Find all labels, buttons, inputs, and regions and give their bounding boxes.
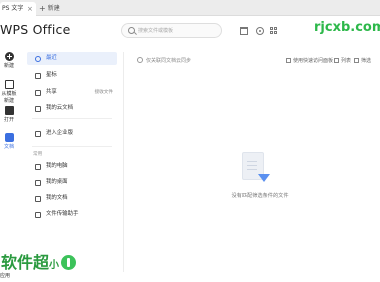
nav-item-my-documents[interactable]: 我的文档	[27, 192, 117, 205]
nav-label: 我的电脑	[46, 163, 68, 169]
rail-label: 新建	[3, 63, 14, 69]
enterprise-icon	[35, 131, 41, 137]
rail-label: 从模板新建	[1, 91, 17, 104]
watermark-logo-icon	[61, 255, 77, 270]
nav-item-my-computer[interactable]: 我的电脑	[27, 160, 117, 173]
rail-documents[interactable]: 文档	[0, 133, 18, 150]
panel-separator	[123, 52, 124, 272]
computer-icon	[35, 164, 41, 170]
desktop-icon	[35, 180, 41, 186]
star-icon	[35, 73, 41, 79]
tab-wps-writer[interactable]: PS 文字 ×	[0, 2, 36, 16]
watermark-text: 软件超	[1, 253, 50, 272]
filter-icon	[354, 58, 359, 63]
nav-label: 进入企业版	[46, 130, 73, 136]
transfer-icon	[35, 212, 41, 218]
rail-label: 文档	[3, 144, 14, 150]
rail-open[interactable]: 打开	[0, 106, 18, 123]
nav-side-label: 接收文件	[94, 90, 113, 95]
funnel-icon	[258, 174, 270, 182]
rail-label: 打开	[3, 117, 14, 123]
nav-item-enterprise[interactable]: 进入企业版	[27, 127, 117, 140]
share-icon	[35, 90, 41, 96]
checkbox-icon	[137, 57, 143, 63]
document-icon	[4, 133, 14, 142]
app-logo: WPS Office	[0, 22, 71, 37]
rail-apps[interactable]: 应用	[0, 272, 10, 279]
watermark-top: rjcxb.com	[314, 20, 380, 35]
clock-icon	[35, 56, 41, 62]
nav-label: 共享	[46, 89, 57, 95]
filter-button[interactable]: 筛选	[354, 57, 371, 64]
list-view-button[interactable]: 列表	[334, 57, 351, 64]
rail-template[interactable]: 从模板新建	[0, 80, 18, 104]
nav-label: 我的文档	[46, 195, 68, 201]
nav-item-desktop[interactable]: 我的桌面	[27, 176, 117, 189]
plus-circle-icon	[4, 52, 14, 61]
quick-access-button[interactable]: 使用快速访问面板	[286, 57, 333, 64]
gear-icon[interactable]	[256, 27, 264, 35]
nav-section-label: 常用	[33, 152, 43, 157]
list-icon	[334, 58, 339, 63]
nav-divider	[32, 146, 112, 147]
folder-icon	[35, 196, 41, 202]
nav-item-recent[interactable]: 最近	[27, 52, 117, 65]
watermark-small-text: 小	[49, 260, 60, 271]
watermark-bottom: 软件超小	[1, 249, 77, 273]
nav-divider	[32, 118, 112, 119]
new-tab-label: 新建	[47, 5, 60, 12]
empty-state-text: 没有匹配筛选条件的文件	[231, 193, 289, 199]
plus-icon: +	[39, 4, 46, 13]
nav-item-cloud-docs[interactable]: 我的云文档	[27, 102, 117, 115]
new-tab-button[interactable]: + 新建	[39, 2, 60, 16]
nav-label: 我的桌面	[46, 179, 68, 185]
search-placeholder: 搜索文件或模板	[138, 28, 174, 34]
rail-new[interactable]: 新建	[0, 52, 18, 69]
apps-grid-icon[interactable]	[270, 27, 278, 35]
tab-label: PS 文字	[2, 5, 24, 12]
nav-label: 文件传输助手	[46, 211, 79, 217]
cloud-icon	[35, 106, 41, 112]
cloud-sync-filter[interactable]: 仅关联同文档云同步	[137, 57, 191, 64]
tab-bar: PS 文字 × + 新建	[0, 0, 380, 16]
nav-label: 我的云文档	[46, 105, 73, 111]
nav-label: 星标	[46, 72, 57, 78]
skin-icon[interactable]	[240, 27, 248, 35]
folder-icon	[4, 106, 14, 115]
action-label: 使用快速访问面板	[293, 58, 334, 64]
close-icon[interactable]: ×	[27, 2, 33, 16]
nav-item-starred[interactable]: 星标	[27, 69, 117, 82]
panel-icon	[286, 58, 291, 63]
nav-item-shared[interactable]: 共享 接收文件	[27, 86, 117, 99]
action-label: 列表	[341, 58, 352, 64]
action-label: 筛选	[361, 58, 372, 64]
nav-item-file-transfer[interactable]: 文件传输助手	[27, 208, 117, 221]
search-icon	[128, 27, 135, 34]
search-input[interactable]: 搜索文件或模板	[121, 23, 222, 38]
nav-label: 最近	[46, 55, 57, 61]
filter-label: 仅关联同文档云同步	[146, 58, 192, 64]
template-icon	[4, 80, 14, 89]
